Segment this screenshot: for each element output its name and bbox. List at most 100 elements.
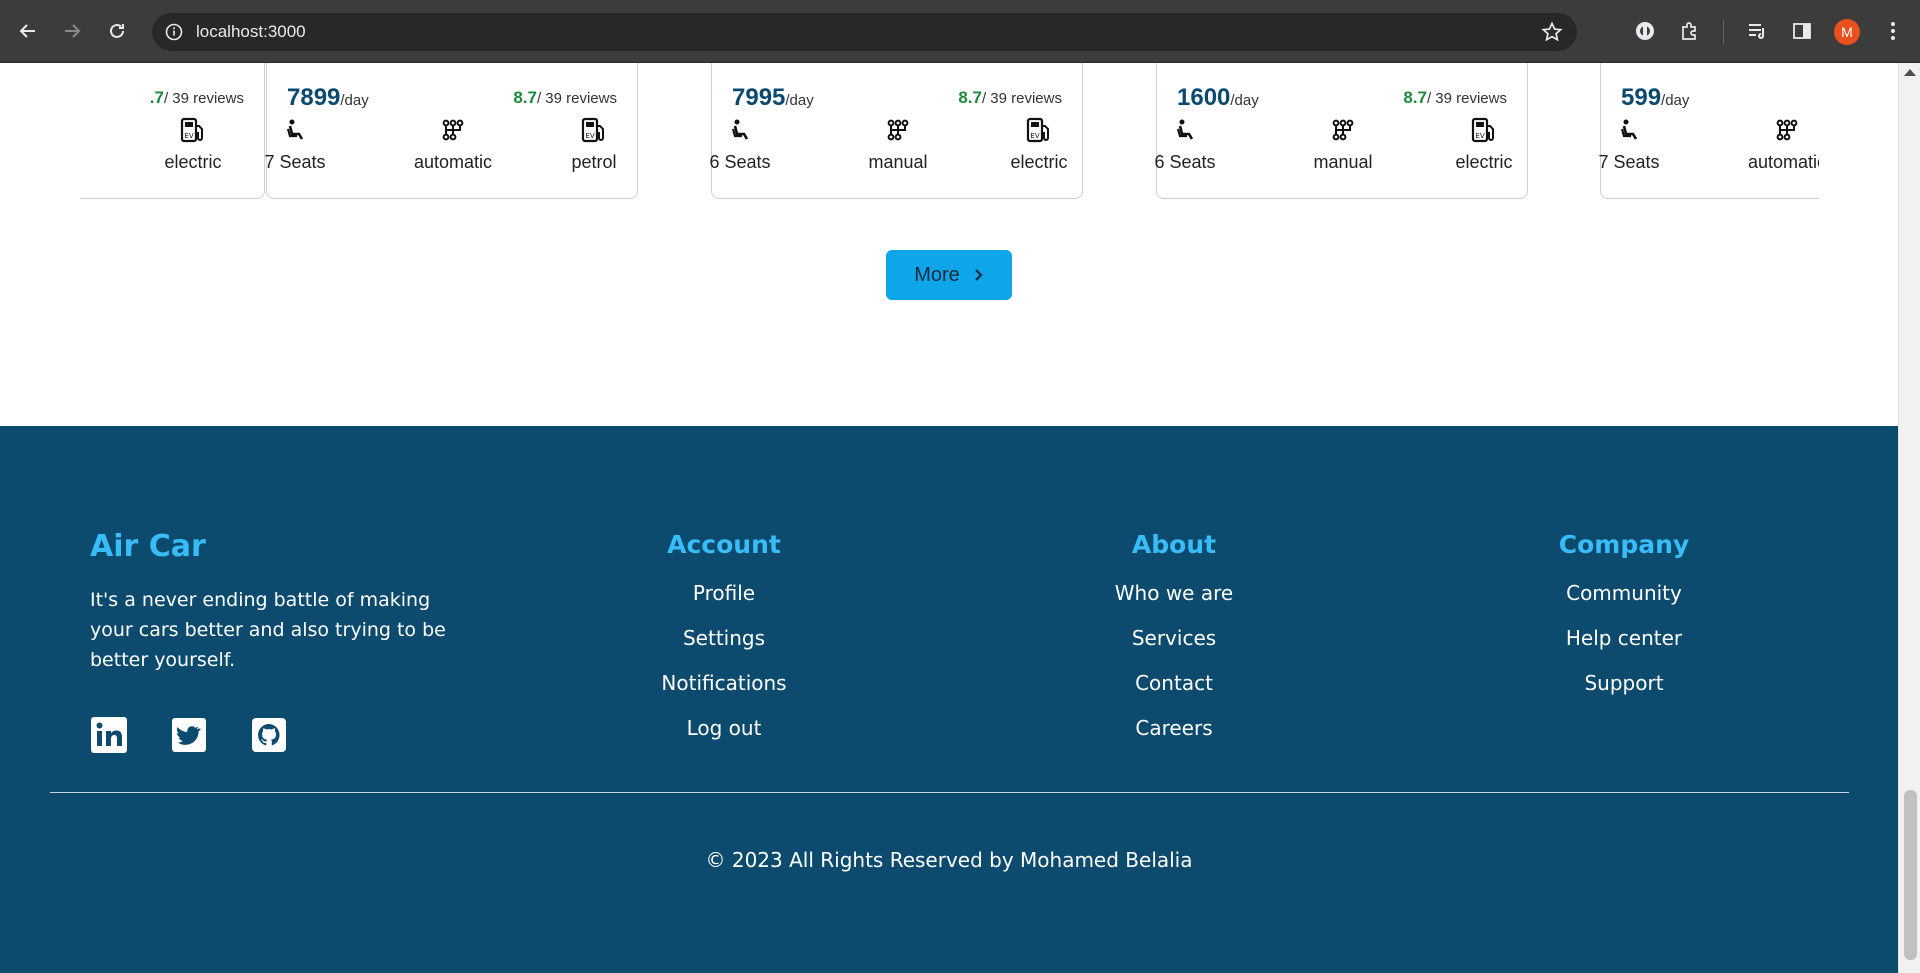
scrollbar-thumb[interactable]	[1904, 790, 1917, 960]
extensions-puzzle-icon[interactable]	[1678, 19, 1702, 43]
fuel-feature: EV electric	[138, 116, 248, 173]
price-value: 1600	[1177, 84, 1231, 111]
footer-column-account: Account Profile Settings Notifications L…	[612, 530, 836, 761]
car-carousel: .7/ 39 reviews EV electric 7899/day 8.7/…	[80, 63, 1819, 203]
profile-avatar[interactable]: M	[1834, 19, 1860, 45]
price: 599/day	[1621, 84, 1689, 112]
price-value: 7995	[732, 84, 786, 111]
review-count: / 39 reviews	[536, 90, 617, 107]
price: 7995/day	[732, 84, 814, 112]
page-scrollbar[interactable]	[1898, 63, 1920, 973]
site-info-icon[interactable]	[162, 20, 186, 44]
chevron-right-icon	[975, 269, 983, 281]
price-unit: /day	[1661, 92, 1690, 109]
more-button-label: More	[914, 263, 960, 286]
more-button[interactable]: More	[886, 250, 1012, 300]
seats-label: 6 Seats	[1154, 152, 1216, 172]
footer-brand[interactable]: Air Car	[90, 529, 206, 564]
rating-score: .7	[149, 88, 164, 107]
price-value: 599	[1621, 84, 1662, 111]
rating: 8.7/ 39 reviews	[958, 88, 1062, 108]
review-count: / 39 reviews	[1426, 90, 1507, 107]
fuel-pump-icon: EV	[539, 116, 649, 144]
footer-tagline: It's a never ending battle of making you…	[90, 589, 446, 671]
price: 7899/day	[287, 84, 369, 112]
page-viewport: .7/ 39 reviews EV electric 7899/day 8.7/…	[0, 63, 1898, 973]
url-text[interactable]: localhost:3000	[196, 13, 306, 51]
svg-text:EV: EV	[585, 132, 594, 140]
review-count: / 39 reviews	[163, 90, 244, 107]
seats-label: 6 Seats	[709, 152, 771, 172]
car-card[interactable]: 1600/day 8.7/ 39 reviews 6 Seats manual …	[1154, 63, 1528, 199]
back-button[interactable]	[12, 15, 44, 47]
seats-feature: 6 Seats	[685, 116, 795, 173]
footer-link-contact[interactable]: Contact	[1062, 671, 1286, 696]
social-links	[90, 717, 288, 753]
footer-link-careers[interactable]: Careers	[1062, 716, 1286, 741]
transmission-feature: manual	[843, 116, 953, 173]
price-unit: /day	[1230, 92, 1259, 109]
rating: 8.7/ 39 reviews	[1403, 88, 1507, 108]
site-footer: Air Car It's a never ending battle of ma…	[0, 426, 1898, 973]
fuel-feature: EV electric	[1429, 116, 1539, 173]
price-value: 7899	[287, 84, 341, 111]
footer-link-services[interactable]: Services	[1062, 626, 1286, 651]
fuel-feature: EV electric	[984, 116, 1094, 173]
footer-link-profile[interactable]: Profile	[612, 581, 836, 606]
scroll-up-arrow-icon[interactable]	[1904, 69, 1916, 76]
bookmark-star-icon[interactable]	[1541, 21, 1563, 43]
twitter-icon[interactable]	[170, 717, 208, 753]
footer-link-logout[interactable]: Log out	[612, 716, 836, 741]
fuel-pump-icon: EV	[138, 116, 248, 144]
fuel-pump-icon: EV	[984, 116, 1094, 144]
rating: 8.7/ 39 reviews	[513, 88, 617, 108]
footer-link-settings[interactable]: Settings	[612, 626, 836, 651]
transmission-label: manual	[1313, 152, 1373, 172]
seats-feature: 7 Seats	[1574, 116, 1684, 173]
arrow-right-icon	[65, 24, 81, 38]
price-unit: /day	[340, 92, 369, 109]
footer-link-notifications[interactable]: Notifications	[612, 671, 836, 696]
github-icon[interactable]	[250, 717, 288, 753]
rating: .7/ 39 reviews	[150, 88, 244, 108]
transmission-feature: automatic	[398, 116, 508, 173]
gear-shift-icon	[1732, 116, 1819, 144]
column-title: Company	[1558, 530, 1690, 559]
copyright-text: © 2023 All Rights Reserved by Mohamed Be…	[705, 848, 1193, 872]
browser-toolbar: localhost:3000 M	[0, 0, 1920, 63]
rating-score: 8.7	[958, 88, 982, 107]
car-card[interactable]: .7/ 39 reviews EV electric	[80, 63, 265, 199]
side-panel-icon[interactable]	[1790, 19, 1814, 43]
transmission-feature: automatic	[1732, 116, 1819, 173]
seats-feature: 6 Seats	[1130, 116, 1240, 173]
gear-shift-icon	[398, 116, 508, 144]
rating-score: 8.7	[513, 88, 537, 107]
fuel-label: electric	[164, 152, 222, 172]
forward-button[interactable]	[56, 15, 88, 47]
footer-link-who-we-are[interactable]: Who we are	[1062, 581, 1286, 606]
transmission-feature: manual	[1288, 116, 1398, 173]
reload-icon	[110, 23, 124, 38]
svg-text:EV: EV	[184, 132, 193, 140]
footer-link-support[interactable]: Support	[1512, 671, 1736, 696]
reload-button[interactable]	[101, 15, 133, 47]
linkedin-icon[interactable]	[90, 717, 128, 753]
address-bar[interactable]: localhost:3000	[152, 13, 1577, 51]
car-card[interactable]: 7995/day 8.7/ 39 reviews 6 Seats manual …	[709, 63, 1083, 199]
gear-shift-icon	[1288, 116, 1398, 144]
footer-link-community[interactable]: Community	[1512, 581, 1736, 606]
column-title: About	[1131, 530, 1217, 559]
car-card[interactable]: 599/day 7 Seats automatic	[1598, 63, 1819, 199]
transmission-label: automatic	[1747, 152, 1819, 172]
toolbar-divider	[1723, 20, 1724, 44]
fuel-label: electric	[1010, 152, 1068, 172]
extension-circle-icon[interactable]	[1633, 19, 1657, 43]
footer-link-help-center[interactable]: Help center	[1512, 626, 1736, 651]
price-unit: /day	[785, 92, 814, 109]
kebab-menu-icon[interactable]	[1881, 19, 1905, 43]
car-seat-icon	[240, 116, 350, 144]
transmission-label: automatic	[413, 152, 493, 172]
media-queue-icon[interactable]	[1745, 19, 1769, 43]
car-card[interactable]: 7899/day 8.7/ 39 reviews 7 Seats automat…	[264, 63, 638, 199]
footer-divider	[50, 792, 1849, 793]
